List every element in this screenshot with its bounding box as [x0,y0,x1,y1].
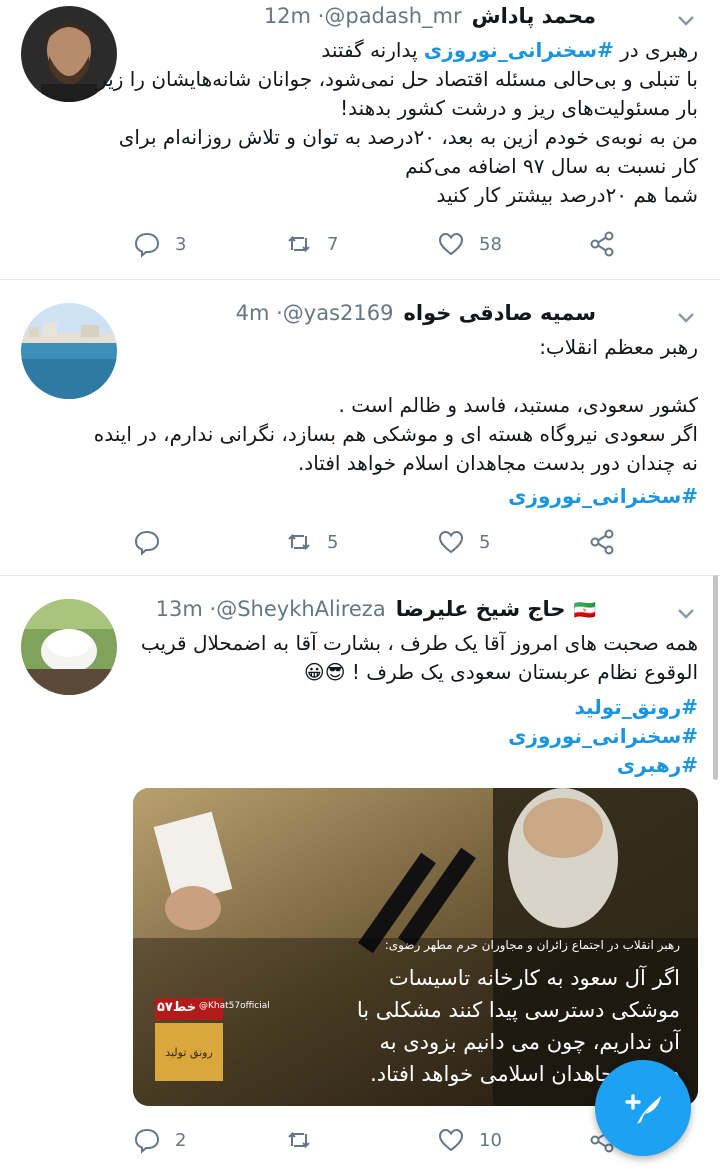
media-caption-line: موشکی دسترسی پیدا کنند مشکلی با [356,998,680,1022]
tweet-media-image[interactable]: رهبر انقلاب در اجتماع زائران و مجاوران ح… [133,788,698,1106]
like-icon [438,1128,464,1152]
reply-button[interactable]: 3 [133,226,186,262]
compose-tweet-button[interactable] [595,1060,691,1156]
retweet-button[interactable]: 7 [285,226,338,262]
like-icon [438,232,464,256]
scrollbar[interactable] [713,575,718,780]
reply-icon [134,232,160,258]
tweet-line: من به نوبه‌ی خودم ازین به بعد، ۲۰درصد به… [118,125,698,149]
tweet-header: محمد پاداش @padash_mr · 12m [264,4,596,38]
like-count: 58 [479,233,502,255]
like-button[interactable]: 5 [437,524,490,560]
reply-button[interactable] [133,524,175,560]
media-caption-source: رهبر انقلاب در اجتماع زائران و مجاوران ح… [384,938,680,952]
like-button[interactable]: 10 [437,1122,502,1158]
media-caption-line: اگر آل سعود به کارخانه تاسیسات [388,966,680,990]
avatar[interactable] [21,303,117,399]
tweet-text: رهبری در #سخنرانی_نوروزی پدارنه گفتند با… [97,36,698,210]
timestamp: · 4m [235,301,283,325]
chevron-down-icon[interactable] [674,305,698,329]
share-icon [590,231,614,257]
tweet-line: کشور سعودی، مستبد، فاسد و ظالم است . [338,393,698,417]
timestamp: · 13m [155,597,217,621]
tweet-line: نه چندان دور بدست مجاهدان اسلام خواهد اف… [297,451,698,475]
user-handle[interactable]: @yas2169 [283,301,394,325]
tweet-text: رهبر معظم انقلاب: کشور سعودی، مستبد، فاس… [93,333,698,511]
retweet-icon [288,1131,310,1149]
tweet-line: رهبر معظم انقلاب: [539,335,698,359]
share-icon [590,529,614,555]
hashtag-link[interactable]: #سخنرانی_نوروزی [128,482,698,511]
display-name[interactable]: محمد پاداش [472,4,596,28]
text-fragment: پدارنه گفتند [321,38,424,62]
tweet-actions: 5 5 [0,524,720,560]
retweet-icon [288,533,310,551]
display-name[interactable]: سمیه صادقی خواه [403,301,596,325]
like-count: 10 [479,1129,502,1151]
tweet-line: الوقوع نظام عربستان سعودی یک طرف ! 😎😀 [303,660,698,684]
hashtag-link[interactable]: #سخنرانی_نوروزی [424,38,614,62]
timestamp: · 12m [263,4,325,28]
reply-button[interactable]: 2 [133,1122,186,1158]
share-button[interactable] [588,226,616,262]
tweet-line: کار نسبت به سال ۹۷ اضافه می‌کنم [405,154,698,178]
share-button[interactable] [588,524,616,560]
reply-icon [134,530,160,556]
like-button[interactable]: 58 [437,226,502,262]
flag-emoji: 🇮🇷 [573,600,596,621]
media-caption-line: آن نداریم، چون می دانیم بزودی به [379,1030,680,1054]
tweet[interactable]: سمیه صادقی خواه @yas2169 · 4m رهبر معظم … [0,281,720,576]
media-badge: رونق تولید [165,1046,213,1059]
tweet-header: سمیه صادقی خواه @yas2169 · 4m [236,301,596,335]
hashtag-link[interactable]: #رهبری [128,751,698,780]
retweet-button[interactable] [285,1122,327,1158]
tweet-line: شما هم ۲۰درصد بیشتر کار کنید [436,183,698,207]
tweet-actions: 3 7 58 [0,226,720,262]
retweet-count: 7 [327,233,339,255]
like-count: 5 [479,531,491,553]
tweet-line: با تنبلی و بی‌حالی مسئله اقتصاد حل نمی‌ش… [97,67,698,91]
tweet-line: اگر سعودی نیروگاه هسته ای و موشکی هم بسا… [93,422,698,446]
user-handle[interactable]: @padash_mr [324,4,461,28]
reply-icon [134,1128,160,1154]
text-fragment: رهبری در [613,38,698,62]
retweet-count: 5 [327,531,339,553]
avatar[interactable] [21,599,117,695]
like-icon [438,530,464,554]
user-handle[interactable]: @SheykhAlireza [216,597,385,621]
retweet-button[interactable]: 5 [285,524,338,560]
hashtag-link[interactable]: #سخنرانی_نوروزی [128,722,698,751]
tweet[interactable]: محمد پاداش @padash_mr · 12m رهبری در #سخ… [0,0,720,280]
tweet-line: بار مسئولیت‌های ریز و درشت کشور بدهند! [340,96,698,120]
hashtag-link[interactable]: #رونق_تولید [128,693,698,722]
chevron-down-icon[interactable] [674,601,698,625]
tweet-text: همه صحبت های امروز آقا یک طرف ، بشارت آق… [128,629,698,780]
chevron-down-icon[interactable] [674,8,698,32]
tweet-line: رهبری در #سخنرانی_نوروزی پدارنه گفتند [128,36,698,65]
reply-count: 3 [175,233,187,255]
reply-count: 2 [175,1129,187,1151]
tweet-header: 🇮🇷 حاج شیخ علیرضا @SheykhAlireza · 13m [156,597,596,631]
display-name[interactable]: حاج شیخ علیرضا [396,597,566,621]
media-logo: خط۵۷ [157,1000,197,1015]
compose-tweet-icon [625,1094,661,1124]
media-watermark: @Khat57official [199,1001,270,1011]
retweet-icon [288,235,310,253]
tweet-line: همه صحبت های امروز آقا یک طرف ، بشارت آق… [140,631,698,655]
